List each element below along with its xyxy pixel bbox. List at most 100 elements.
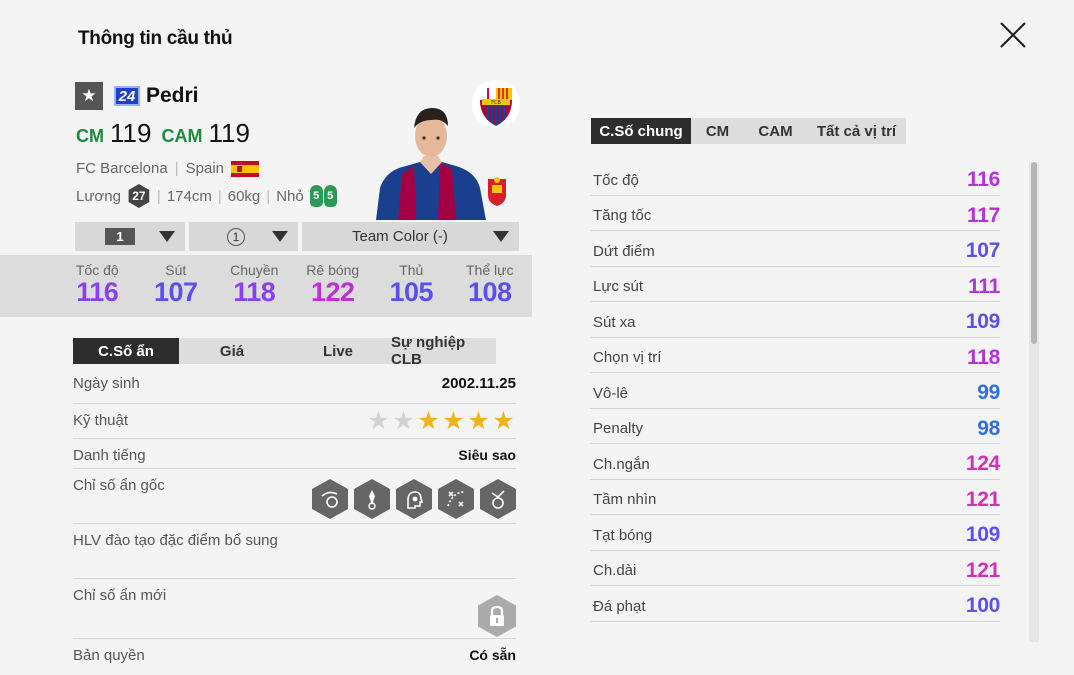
divider: | <box>266 187 271 205</box>
detail-stat-row: Sút xa 109 <box>590 302 1000 338</box>
weak-foot-icon: 5 5 <box>309 185 337 207</box>
detail-stats-list[interactable]: Tốc độ 116 Tăng tốc 117 Dứt điểm 107 Lực sút 11… <box>590 160 1000 622</box>
star-filled-icon: ★ <box>467 407 490 435</box>
scrollbar-thumb[interactable] <box>1031 162 1037 344</box>
detail-stat-value: 121 <box>965 558 1000 582</box>
tab-hidden-stats[interactable]: C.Số ẩn <box>73 338 179 364</box>
close-button[interactable] <box>996 18 1030 52</box>
dropdown-arrow-icon <box>159 231 175 242</box>
main-stats-band: Tốc độ 116 Sút 107 Chuyền 118 Rê bóng 12… <box>0 255 532 317</box>
position-label: CM <box>76 126 104 146</box>
team-color-dropdown[interactable]: Team Color (-) <box>302 222 519 251</box>
spain-flag-icon <box>231 160 259 177</box>
star-empty-icon: ★ <box>367 407 390 435</box>
body-type: Nhỏ <box>276 187 304 205</box>
lock-icon[interactable] <box>478 595 516 637</box>
right-foot-rating: 5 <box>323 185 337 207</box>
height: 174cm <box>166 187 212 205</box>
detail-stat-label: Tốc độ <box>593 171 639 189</box>
detail-stat-value: 109 <box>965 310 1000 334</box>
detail-stat-label: Tầm nhìn <box>593 491 657 509</box>
detail-stat-label: Ch.dài <box>593 562 637 580</box>
tab-live[interactable]: Live <box>285 338 391 364</box>
stat-value: 107 <box>153 277 198 307</box>
detail-stat-value: 116 <box>967 168 1000 192</box>
divider: | <box>217 187 222 205</box>
close-icon <box>1000 22 1026 48</box>
ring-dropdown[interactable]: 1 <box>189 222 298 251</box>
detail-stat-label: Đá phạt <box>593 597 646 615</box>
stat-value: 122 <box>310 277 355 307</box>
tab-general-stats[interactable]: C.Số chung <box>591 118 691 144</box>
stat-label: Thể lực <box>466 262 514 278</box>
birth-date: 2002.11.25 <box>441 375 516 392</box>
tab-price[interactable]: Giá <box>179 338 285 364</box>
detail-stat-value: 100 <box>965 594 1000 618</box>
position-ovr: 119 <box>110 118 152 148</box>
trait-shot-icon[interactable] <box>480 479 516 519</box>
player-number-badge: 24 <box>114 86 140 106</box>
info-row-coach: HLV đào tạo đặc điểm bổ sung <box>73 524 516 579</box>
info-row-new-traits: Chỉ số ẩn mới <box>73 579 516 639</box>
position-ovr: 119 <box>208 118 250 148</box>
page-title: Thông tin cầu thủ <box>78 28 233 49</box>
detail-stat-value: 99 <box>977 381 1000 405</box>
upgrade-dropdowns: 1 1 Team Color (-) <box>75 222 519 251</box>
detail-stat-row: Dứt điểm 107 <box>590 231 1000 267</box>
tab-cam[interactable]: CAM <box>744 118 807 144</box>
trait-icons <box>312 479 516 519</box>
detail-stat-label: Penalty <box>593 420 644 438</box>
tab-cm[interactable]: CM <box>691 118 744 144</box>
fc-barcelona-crest-icon: FCB <box>470 80 522 128</box>
nation-name: Spain <box>185 160 224 177</box>
detail-stat-row: Chọn vị trí 118 <box>590 338 1000 373</box>
tab-club-career[interactable]: Sự nghiệp CLB <box>391 334 496 368</box>
detail-stat-row: Lực sút 111 <box>590 267 1000 302</box>
detail-stat-label: Tăng tốc <box>593 207 652 225</box>
detail-stat-label: Dứt điểm <box>593 242 655 260</box>
detail-stat-row: Ch.ngắn 124 <box>590 444 1000 480</box>
star-filled-icon: ★ <box>492 407 515 435</box>
star-empty-icon: ★ <box>392 407 415 435</box>
stat-value: 105 <box>389 277 434 307</box>
divider: | <box>174 160 179 177</box>
star-filled-icon: ★ <box>442 407 465 435</box>
team-color-value: Team Color (-) <box>352 228 448 245</box>
club-nation-row: FC Barcelona | Spain <box>76 160 259 177</box>
trait-head-icon[interactable] <box>396 479 432 519</box>
info-row-license: Bản quyền Có sẵn <box>73 639 516 671</box>
detail-stat-row: Penalty 98 <box>590 409 1000 444</box>
info-row-traits: Chỉ số ẩn gốc <box>73 469 516 524</box>
main-stat-physical: Thể lực 108 <box>451 255 530 317</box>
salary-label: Lương <box>76 187 121 205</box>
dropdown-arrow-icon <box>272 231 288 242</box>
club-name: FC Barcelona <box>76 160 168 177</box>
tab-all-positions[interactable]: Tất cả vị trí <box>807 118 906 144</box>
skill-stars: ★ ★ ★ ★ ★ ★ <box>366 407 516 435</box>
info-label: Chỉ số ẩn mới <box>73 587 167 604</box>
detail-stat-row: Vô-lê 99 <box>590 373 1000 409</box>
detail-stat-value: 111 <box>968 274 1000 298</box>
trait-dribble-icon[interactable] <box>312 479 348 519</box>
dropdown-arrow-icon <box>493 231 509 242</box>
info-row-skill: Kỹ thuật ★ ★ ★ ★ ★ ★ <box>73 404 516 439</box>
detail-stat-label: Chọn vị trí <box>593 349 662 367</box>
detail-stat-row: Tăng tốc 117 <box>590 196 1000 231</box>
left-foot-rating: 5 <box>309 185 323 207</box>
info-row-fame: Danh tiếng Siêu sao <box>73 439 516 469</box>
stat-label: Rê bóng <box>306 262 360 278</box>
trait-playmaker-icon[interactable] <box>354 479 390 519</box>
position-label: CAM <box>161 126 203 146</box>
physical-info-row: Lương 27 | 174cm | 60kg | Nhỏ 5 5 <box>76 184 337 208</box>
detail-stat-value: 121 <box>965 487 1000 511</box>
level-dropdown[interactable]: 1 <box>75 222 185 251</box>
fame-value: Siêu sao <box>458 447 516 463</box>
info-label: Danh tiếng <box>73 447 146 464</box>
trait-tactics-icon[interactable] <box>438 479 474 519</box>
position-ratings: CM 119 CAM 119 <box>76 118 254 149</box>
info-label: Ngày sinh <box>73 375 140 392</box>
stat-label: Tốc độ <box>75 262 119 278</box>
ring-value: 1 <box>227 227 245 246</box>
info-label: Bản quyền <box>73 647 145 664</box>
main-stat-pace: Tốc độ 116 <box>58 255 137 317</box>
